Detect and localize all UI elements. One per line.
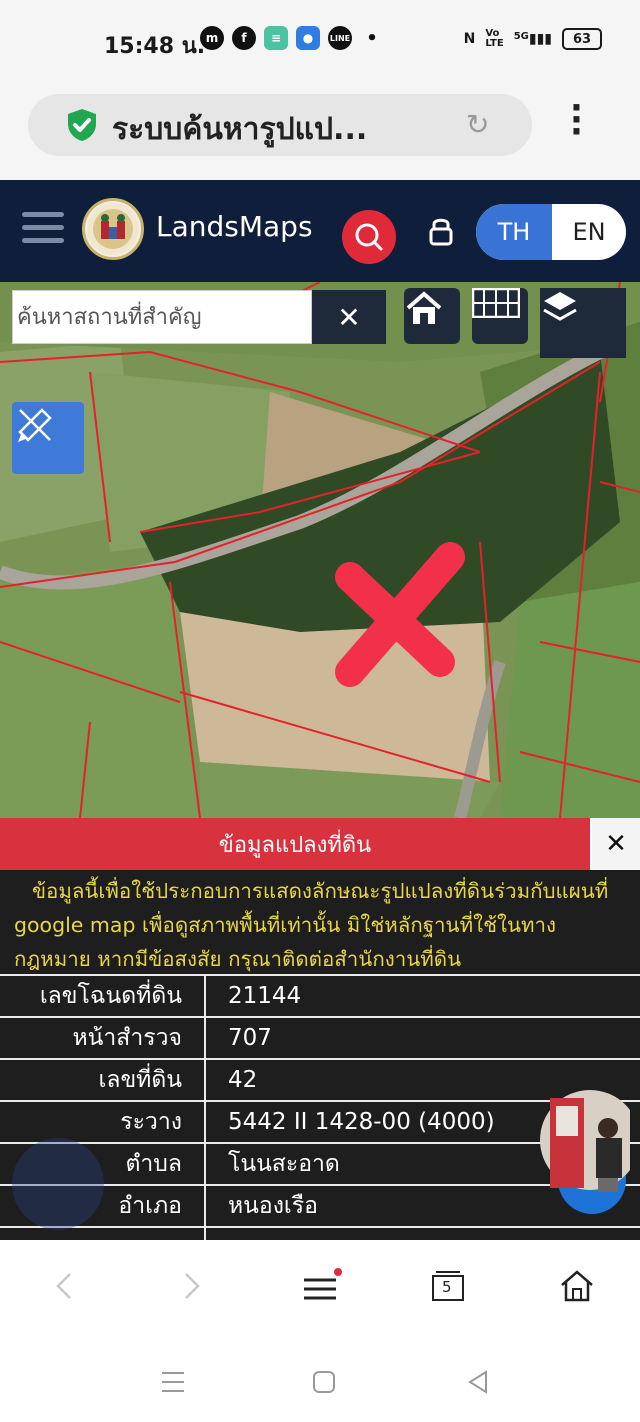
- disclaimer-notice: ข้อมูลนี้เพื่อใช้ประกอบการแสดงลักษณะรูปแ…: [0, 870, 640, 974]
- layers-icon: [543, 292, 577, 321]
- chat-head-avatar[interactable]: [530, 1088, 640, 1218]
- system-navigation-bar: [0, 1334, 640, 1422]
- brand-name: LandsMaps: [156, 210, 313, 243]
- parcel-panel-header: ข้อมูลแปลงที่ดิน: [0, 818, 590, 870]
- back-nav-icon[interactable]: [466, 1370, 490, 1394]
- map-search-box[interactable]: [12, 290, 312, 344]
- browser-bottom-bar: 5: [0, 1240, 640, 1334]
- notification-icons: m f ≡ ● LINE •: [200, 26, 384, 50]
- address-bar[interactable]: ระบบค้นหารูปแป... ↻: [28, 94, 532, 156]
- row-label: เลขโฉนดที่ดิน: [0, 976, 206, 1016]
- reload-icon[interactable]: ↻: [466, 108, 489, 141]
- search-button[interactable]: [342, 210, 396, 264]
- lang-th-option[interactable]: TH: [476, 204, 552, 260]
- menu-icon: [304, 1268, 342, 1300]
- satellite-map[interactable]: ✕: [0, 282, 640, 818]
- table-row: [0, 1226, 640, 1240]
- house-icon: [406, 291, 442, 324]
- signal-icon: 5G▮▮▮: [513, 31, 552, 47]
- map-search-input[interactable]: [13, 291, 311, 343]
- home-nav-icon[interactable]: [312, 1370, 336, 1394]
- department-seal-logo: [82, 198, 144, 260]
- table-row: หน้าสำรวจ 707: [0, 1016, 640, 1058]
- search-icon: [355, 223, 383, 251]
- battery-level: 63: [572, 31, 592, 47]
- layers-button[interactable]: [540, 288, 626, 358]
- menu-icon[interactable]: [22, 212, 64, 251]
- grid-icon: [472, 288, 520, 318]
- row-value: 21144: [228, 983, 302, 1009]
- volte-icon: Vo LTE: [485, 28, 504, 49]
- messenger-icon: m: [200, 26, 224, 50]
- parcel-panel-title: ข้อมูลแปลงที่ดิน: [218, 832, 372, 858]
- more-notifications-icon: •: [366, 27, 378, 49]
- home-view-button[interactable]: [404, 288, 460, 344]
- close-panel-button[interactable]: ✕: [592, 818, 640, 870]
- status-bar: 15:48 น. m f ≡ ● LINE • N Vo LTE 5G▮▮▮ 63: [0, 0, 640, 84]
- lang-en-option[interactable]: EN: [552, 204, 626, 260]
- app-notification-icon: ≡: [264, 26, 288, 50]
- floating-action-button[interactable]: [12, 1138, 104, 1230]
- ruler-pencil-icon: [18, 408, 52, 442]
- row-value: 707: [228, 1025, 272, 1051]
- forward-icon[interactable]: [176, 1266, 208, 1306]
- app-notification-icon-2: ●: [296, 26, 320, 50]
- tab-count: 5: [442, 1278, 452, 1296]
- table-row: เลขโฉนดที่ดิน 21144: [0, 974, 640, 1016]
- draw-tool-button[interactable]: [12, 402, 84, 474]
- row-label: [0, 1228, 206, 1240]
- clear-search-button[interactable]: ✕: [312, 290, 386, 344]
- status-right: N Vo LTE 5G▮▮▮ 63: [464, 28, 602, 50]
- page-title: ระบบค้นหารูปแป...: [112, 112, 368, 147]
- back-icon[interactable]: [48, 1266, 80, 1306]
- battery-icon: 63: [562, 28, 602, 50]
- home-icon[interactable]: [558, 1266, 596, 1306]
- shield-check-icon: [68, 109, 96, 141]
- row-label: หน้าสำรวจ: [0, 1018, 206, 1058]
- browser-toolbar: ระบบค้นหารูปแป... ↻ · · ·: [0, 84, 640, 180]
- close-icon: ✕: [337, 300, 361, 334]
- app-header: LandsMaps TH EN: [0, 180, 640, 282]
- browser-menu-button[interactable]: [300, 1266, 344, 1306]
- network-type: 5G: [513, 31, 529, 42]
- facebook-icon: f: [232, 26, 256, 50]
- line-icon: LINE: [328, 26, 352, 50]
- language-toggle[interactable]: TH EN: [476, 204, 626, 260]
- row-label: ระวาง: [0, 1102, 206, 1142]
- close-icon: ✕: [605, 829, 627, 859]
- nfc-icon: N: [463, 31, 476, 47]
- lock-icon[interactable]: [426, 214, 456, 248]
- more-vert-icon[interactable]: · · ·: [570, 91, 583, 149]
- row-label: เลขที่ดิน: [0, 1060, 206, 1100]
- grid-view-button[interactable]: [472, 288, 528, 344]
- recent-apps-icon[interactable]: [160, 1370, 186, 1394]
- row-value: [206, 1228, 640, 1240]
- map-imagery: [0, 282, 640, 818]
- tabs-button[interactable]: 5: [430, 1266, 466, 1306]
- status-time: 15:48 น.: [104, 34, 206, 59]
